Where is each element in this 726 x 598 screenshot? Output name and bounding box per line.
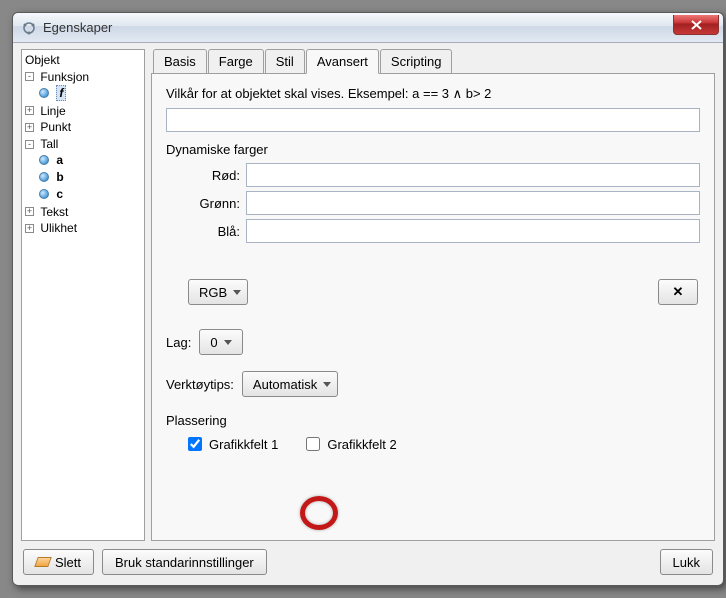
chevron-down-icon <box>323 382 331 387</box>
placement-title: Plassering <box>166 413 700 428</box>
dyn-colors-title: Dynamiske farger <box>166 142 700 157</box>
object-dot-icon <box>39 88 49 98</box>
tree-leaf-label: c <box>56 187 63 201</box>
defaults-button[interactable]: Bruk standarinnstillinger <box>102 549 267 575</box>
tooltip-dropdown[interactable]: Automatisk <box>242 371 338 397</box>
layer-value: 0 <box>210 335 217 350</box>
chevron-down-icon <box>224 340 232 345</box>
red-label: Rød: <box>188 168 240 183</box>
delete-label: Slett <box>55 555 81 570</box>
layer-dropdown[interactable]: 0 <box>199 329 243 355</box>
titlebar: Egenskaper <box>13 13 723 43</box>
clear-color-button[interactable]: ✕ <box>658 279 698 305</box>
properties-window: Egenskaper Objekt - Funksjon f <box>12 12 724 586</box>
tree-node-label: Punkt <box>40 120 71 134</box>
gfx2-checkbox[interactable] <box>306 437 320 451</box>
gfx1-text: Grafikkfelt 1 <box>209 437 278 452</box>
tree-leaf-label: a <box>56 153 63 167</box>
tree-node-tekst[interactable]: + Tekst <box>25 203 141 220</box>
green-input[interactable] <box>246 191 700 215</box>
object-dot-icon <box>39 155 49 165</box>
tree-node-label: Tekst <box>40 204 68 218</box>
expand-icon[interactable]: + <box>25 106 34 115</box>
tree-node-label: Tall <box>40 137 58 151</box>
gfx2-checkbox-label[interactable]: Grafikkfelt 2 <box>302 434 396 454</box>
tree-node-label: Funksjon <box>40 70 89 84</box>
tree-leaf-label: f <box>56 85 66 101</box>
condition-label: Vilkår for at objektet skal vises. Eksem… <box>166 86 700 102</box>
collapse-icon[interactable]: - <box>25 72 34 81</box>
object-dot-icon <box>39 172 49 182</box>
tooltip-label: Verktøytips: <box>166 377 234 392</box>
tab-avansert[interactable]: Avansert <box>306 49 379 74</box>
annotation-circle <box>300 496 338 530</box>
green-label: Grønn: <box>188 196 240 211</box>
tree-node-linje[interactable]: + Linje <box>25 102 141 119</box>
tab-farge[interactable]: Farge <box>208 49 264 74</box>
blue-input[interactable] <box>246 219 700 243</box>
object-tree[interactable]: Objekt - Funksjon f + Linje <box>21 49 145 541</box>
defaults-label: Bruk standarinnstillinger <box>115 555 254 570</box>
tree-leaf-b[interactable]: b <box>39 168 141 185</box>
app-icon <box>21 20 37 36</box>
blue-label: Blå: <box>188 224 240 239</box>
tree-root[interactable]: Objekt <box>25 52 141 68</box>
chevron-down-icon <box>233 290 241 295</box>
color-mode-value: RGB <box>199 285 227 300</box>
gfx1-checkbox-label[interactable]: Grafikkfelt 1 <box>184 434 278 454</box>
tree-leaf-a[interactable]: a <box>39 151 141 168</box>
condition-input[interactable] <box>166 108 700 132</box>
object-dot-icon <box>39 189 49 199</box>
tree-node-punkt[interactable]: + Punkt <box>25 118 141 135</box>
red-input[interactable] <box>246 163 700 187</box>
color-mode-dropdown[interactable]: RGB <box>188 279 248 305</box>
tree-leaf-c[interactable]: c <box>39 185 141 202</box>
close-button[interactable]: Lukk <box>660 549 713 575</box>
tab-stil[interactable]: Stil <box>265 49 305 74</box>
expand-icon[interactable]: + <box>25 224 34 233</box>
expand-icon[interactable]: + <box>25 123 34 132</box>
tooltip-value: Automatisk <box>253 377 317 392</box>
footer: Slett Bruk standarinnstillinger Lukk <box>13 541 723 585</box>
tab-bar: Basis Farge Stil Avansert Scripting <box>151 49 715 74</box>
eraser-icon <box>34 557 52 567</box>
tree-leaf-label: b <box>56 170 63 184</box>
window-close-button[interactable] <box>673 15 719 35</box>
tree-node-label: Linje <box>40 103 65 117</box>
layer-label: Lag: <box>166 335 191 350</box>
delete-button[interactable]: Slett <box>23 549 94 575</box>
tree-node-funksjon[interactable]: - Funksjon f <box>25 68 141 102</box>
close-label: Lukk <box>673 555 700 570</box>
gfx1-checkbox[interactable] <box>188 437 202 451</box>
tree-node-tall[interactable]: - Tall a b c <box>25 135 141 202</box>
window-title: Egenskaper <box>43 20 112 35</box>
tab-basis[interactable]: Basis <box>153 49 207 74</box>
tree-node-ulikhet[interactable]: + Ulikhet <box>25 219 141 236</box>
collapse-icon[interactable]: - <box>25 140 34 149</box>
tab-panel-avansert: Vilkår for at objektet skal vises. Eksem… <box>151 73 715 541</box>
tree-node-label: Ulikhet <box>40 221 77 235</box>
tab-scripting[interactable]: Scripting <box>380 49 453 74</box>
gfx2-text: Grafikkfelt 2 <box>327 437 396 452</box>
tree-leaf-f[interactable]: f <box>39 84 141 101</box>
close-icon <box>691 20 702 30</box>
expand-icon[interactable]: + <box>25 207 34 216</box>
